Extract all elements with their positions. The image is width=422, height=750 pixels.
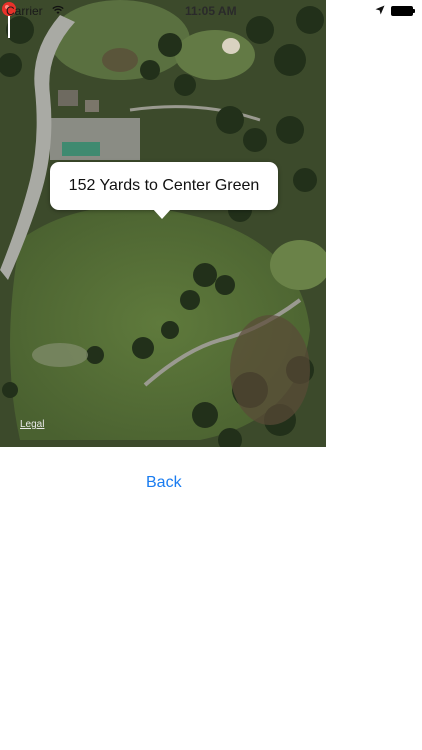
map-view[interactable]: 152 Yards to Center Green Legal <box>0 0 326 447</box>
battery-icon <box>391 6 413 16</box>
location-arrow-icon <box>375 5 385 15</box>
callout-pointer <box>152 208 172 219</box>
wifi-icon <box>52 5 64 14</box>
carrier-label: Carrier <box>6 4 43 18</box>
satellite-imagery <box>0 0 326 447</box>
status-time: 11:05 AM <box>185 4 237 18</box>
back-button[interactable]: Back <box>146 474 182 492</box>
distance-callout-text: 152 Yards to Center Green <box>68 177 260 194</box>
status-bar: Carrier 11:05 AM <box>0 0 422 22</box>
battery-tip-icon <box>413 9 415 13</box>
distance-callout[interactable]: 152 Yards to Center Green <box>50 162 278 210</box>
legal-link[interactable]: Legal <box>20 419 44 430</box>
